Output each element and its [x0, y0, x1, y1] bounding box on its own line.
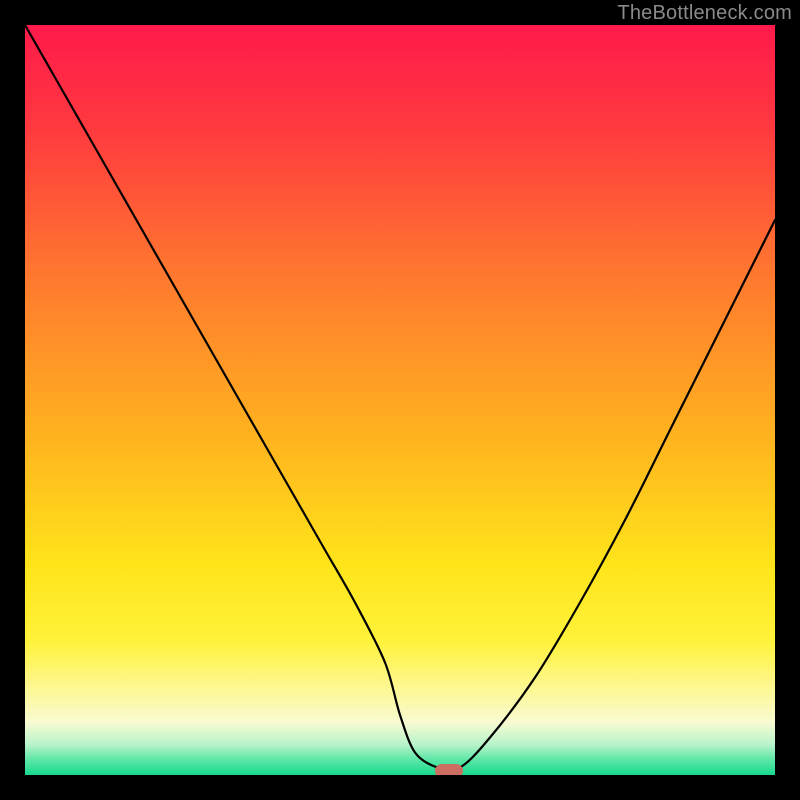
minimum-marker — [435, 764, 463, 776]
bottleneck-curve — [25, 25, 775, 775]
watermark-text: TheBottleneck.com — [617, 2, 792, 25]
chart-frame: TheBottleneck.com — [0, 0, 800, 800]
plot-area — [25, 25, 775, 775]
